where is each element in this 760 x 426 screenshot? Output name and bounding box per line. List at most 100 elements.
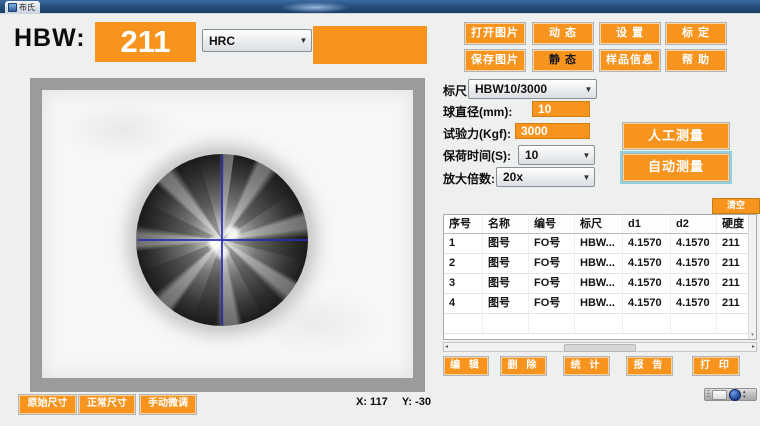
- cell-scale: HBW...: [575, 294, 623, 313]
- dwell-time-select-value: 10: [519, 148, 579, 162]
- test-force-label: 试验力(Kgf):: [443, 125, 511, 142]
- magnification-select[interactable]: 20x ▼: [496, 167, 595, 187]
- specimen-image[interactable]: [42, 90, 413, 378]
- scale-select-value: HBW10/3000: [469, 82, 581, 96]
- converted-value-display: [313, 26, 427, 64]
- static-button[interactable]: 静 态: [532, 49, 594, 72]
- cell-index: 3: [444, 274, 483, 293]
- delete-button[interactable]: 删 除: [500, 356, 547, 376]
- ime-icon[interactable]: [729, 389, 741, 401]
- dwell-time-select[interactable]: 10 ▼: [518, 145, 595, 165]
- cell-scale: HBW...: [575, 274, 623, 293]
- print-button[interactable]: 打 印: [692, 356, 740, 376]
- cell-index: 1: [444, 234, 483, 253]
- language-bar[interactable]: ▴▾: [704, 388, 757, 401]
- open-image-button[interactable]: 打开图片: [464, 22, 526, 45]
- cell-index: 2: [444, 254, 483, 273]
- table-row[interactable]: 1 图号 FO号 HBW... 4.1570 4.1570 211: [444, 234, 756, 254]
- scale-label: 标尺:: [443, 82, 471, 99]
- table-empty-row: [444, 314, 756, 334]
- cell-d2: 4.1570: [671, 294, 717, 313]
- cell-name: 图号: [483, 294, 529, 313]
- hardness-value-display: 211: [95, 22, 196, 62]
- table-row[interactable]: 4 图号 FO号 HBW... 4.1570 4.1570 211: [444, 294, 756, 314]
- cell-d1: 4.1570: [623, 274, 671, 293]
- cell-d1: 4.1570: [623, 234, 671, 253]
- clear-button[interactable]: 清空: [712, 198, 760, 214]
- chevron-down-icon: ▼: [296, 36, 311, 45]
- cell-number: FO号: [529, 294, 575, 313]
- coord-x: X: 117: [356, 396, 388, 408]
- cell-d2: 4.1570: [671, 274, 717, 293]
- col-header-scale[interactable]: 标尺: [575, 215, 623, 233]
- keyboard-icon[interactable]: [712, 390, 727, 400]
- window-title-tab[interactable]: 布氏: [5, 1, 40, 13]
- drag-handle-icon[interactable]: [707, 390, 710, 399]
- table-row[interactable]: 3 图号 FO号 HBW... 4.1570 4.1570 211: [444, 274, 756, 294]
- unit-select[interactable]: HRC ▼: [202, 29, 312, 52]
- crosshair-horizontal-line: [138, 239, 308, 241]
- col-header-index[interactable]: 序号: [444, 215, 483, 233]
- dynamic-button[interactable]: 动 态: [532, 22, 594, 45]
- table-row[interactable]: 2 图号 FO号 HBW... 4.1570 4.1570 211: [444, 254, 756, 274]
- window-titlebar: 布氏: [0, 0, 760, 14]
- scale-select[interactable]: HBW10/3000 ▼: [468, 79, 597, 99]
- save-image-button[interactable]: 保存图片: [464, 49, 526, 72]
- coord-y: Y: -30: [402, 396, 431, 408]
- table-header-row: 序号 名称 编号 标尺 d1 d2 硬度: [444, 215, 756, 234]
- auto-measure-button[interactable]: 自动测量: [622, 153, 730, 182]
- col-header-number[interactable]: 编号: [529, 215, 575, 233]
- chevron-down-icon: ▼: [579, 173, 594, 182]
- magnification-select-value: 20x: [497, 170, 579, 184]
- image-viewer-panel[interactable]: [30, 78, 425, 392]
- original-size-button[interactable]: 原始尺寸: [18, 394, 77, 415]
- scroll-down-arrow-icon: ▾: [749, 332, 756, 338]
- report-button[interactable]: 报 告: [626, 356, 673, 376]
- manual-adjust-button[interactable]: 手动微调: [139, 394, 197, 415]
- cell-number: FO号: [529, 234, 575, 253]
- cell-number: FO号: [529, 254, 575, 273]
- help-button[interactable]: 帮 助: [665, 49, 727, 72]
- cell-d2: 4.1570: [671, 254, 717, 273]
- specimen-smudge: [62, 100, 182, 160]
- sample-info-button[interactable]: 样品信息: [599, 49, 661, 72]
- edit-button[interactable]: 编 辑: [443, 356, 489, 376]
- col-header-d2[interactable]: d2: [671, 215, 717, 233]
- table-horizontal-scrollbar[interactable]: ◂ ▸: [443, 342, 757, 352]
- cell-number: FO号: [529, 274, 575, 293]
- cell-d1: 4.1570: [623, 294, 671, 313]
- col-header-d1[interactable]: d1: [623, 215, 671, 233]
- cell-name: 图号: [483, 234, 529, 253]
- cell-name: 图号: [483, 274, 529, 293]
- calibration-button[interactable]: 标 定: [665, 22, 727, 45]
- scrollbar-thumb[interactable]: [564, 344, 636, 352]
- cell-d2: 4.1570: [671, 234, 717, 253]
- dwell-time-label: 保荷时间(S):: [443, 147, 511, 164]
- chevron-down-icon: ▼: [579, 151, 594, 160]
- crosshair-vertical-line: [221, 155, 223, 325]
- titlebar-glow: [280, 2, 350, 13]
- unit-select-value: HRC: [203, 34, 296, 48]
- manual-measure-button[interactable]: 人工测量: [622, 122, 730, 150]
- app-icon: [8, 3, 17, 12]
- ball-diameter-field[interactable]: [532, 101, 590, 117]
- language-bar-options-icon[interactable]: ▴▾: [743, 390, 746, 400]
- table-vertical-scrollbar[interactable]: ▾: [748, 215, 756, 339]
- cell-name: 图号: [483, 254, 529, 273]
- cell-index: 4: [444, 294, 483, 313]
- ball-diameter-label: 球直径(mm):: [443, 103, 512, 120]
- cursor-coordinates: X: 117 Y: -30: [356, 396, 431, 408]
- window-title: 布氏: [19, 2, 35, 13]
- statistics-button[interactable]: 统 计: [563, 356, 610, 376]
- results-table[interactable]: 序号 名称 编号 标尺 d1 d2 硬度 1 图号 FO号 HBW... 4.1…: [443, 214, 757, 340]
- col-header-name[interactable]: 名称: [483, 215, 529, 233]
- scroll-left-arrow-icon: ◂: [445, 343, 448, 351]
- cell-scale: HBW...: [575, 234, 623, 253]
- magnification-label: 放大倍数:: [443, 170, 495, 187]
- settings-button[interactable]: 设 置: [599, 22, 661, 45]
- cell-scale: HBW...: [575, 254, 623, 273]
- test-force-field[interactable]: [515, 123, 590, 139]
- scroll-right-arrow-icon: ▸: [752, 343, 755, 351]
- hardness-type-label: HBW:: [14, 24, 86, 53]
- normal-size-button[interactable]: 正常尺寸: [78, 394, 136, 415]
